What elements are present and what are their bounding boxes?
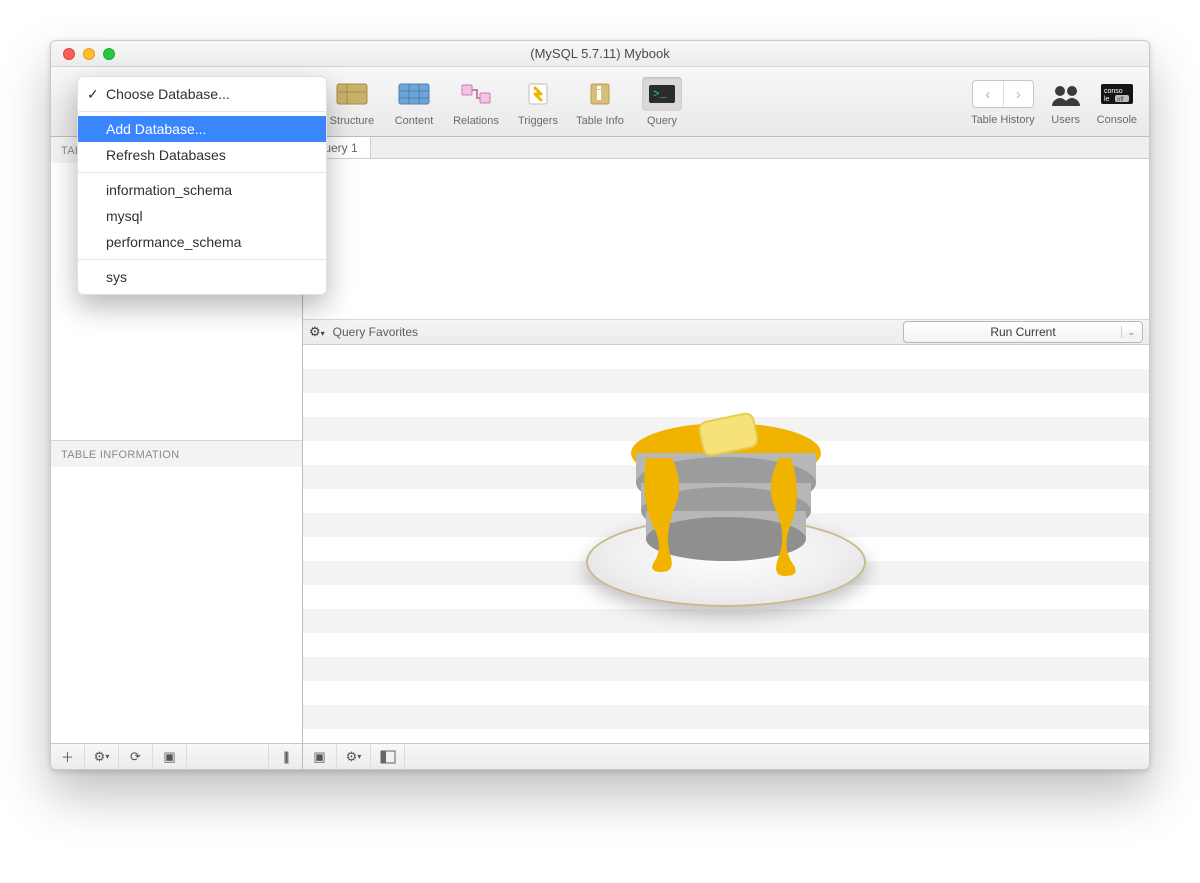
query-favorites-bar: ⚙▾ Query Favorites Run Current ⌄: [303, 319, 1149, 345]
tab-structure[interactable]: Structure: [321, 73, 383, 131]
menu-refresh-databases[interactable]: Refresh Databases: [78, 142, 326, 168]
view-switcher: Structure Content Relations Triggers: [321, 73, 693, 131]
main-footer: ▣ ⚙▾: [303, 743, 1149, 769]
menu-choose-database[interactable]: Choose Database...: [78, 81, 326, 107]
tab-triggers-label: Triggers: [518, 115, 558, 127]
svg-text:le: le: [1104, 96, 1110, 103]
menu-db-sys[interactable]: sys: [78, 264, 326, 290]
history-forward[interactable]: ›: [1003, 81, 1033, 107]
tab-triggers[interactable]: Triggers: [507, 73, 569, 131]
results-area: [303, 345, 1149, 743]
main: Query 1 ⚙▾ Query Favorites Run Current ⌄: [303, 137, 1149, 769]
favorites-gear[interactable]: ⚙▾: [309, 324, 325, 340]
refresh-button[interactable]: ⟳: [119, 744, 153, 769]
tab-query-label: Query: [647, 115, 677, 127]
footer-expand[interactable]: ▣: [303, 744, 337, 769]
query-editor[interactable]: [303, 159, 1149, 319]
users-label: Users: [1051, 114, 1080, 126]
tab-structure-label: Structure: [330, 115, 375, 127]
window-controls: [51, 48, 115, 60]
structure-icon: [332, 77, 372, 111]
menu-db-information-schema[interactable]: information_schema: [78, 177, 326, 203]
relations-icon: [456, 77, 496, 111]
query-tabs: Query 1: [303, 137, 1149, 159]
table-info-panel: [51, 467, 302, 744]
svg-text:>_: >_: [653, 89, 667, 101]
console-label: Console: [1097, 114, 1137, 126]
tab-content-label: Content: [395, 115, 434, 127]
table-history[interactable]: ‹ › Table History: [971, 77, 1035, 126]
history-nav: ‹ ›: [972, 80, 1034, 108]
sidebar-footer: ＋ ⚙▾ ⟳ ▣ |||: [51, 743, 302, 769]
console-icon: console off: [1098, 77, 1136, 111]
zoom-window[interactable]: [103, 48, 115, 60]
menu-db-mysql[interactable]: mysql: [78, 203, 326, 229]
svg-text:off: off: [1117, 97, 1124, 103]
database-menu: Choose Database... Add Database... Refre…: [77, 76, 327, 295]
console-button[interactable]: console off Console: [1097, 77, 1137, 126]
add-button[interactable]: ＋: [51, 744, 85, 769]
footer-panel[interactable]: [371, 744, 405, 769]
tableinfo-icon: [580, 77, 620, 111]
window-title: (MySQL 5.7.11) Mybook: [51, 46, 1149, 61]
tab-content[interactable]: Content: [383, 73, 445, 131]
close-window[interactable]: [63, 48, 75, 60]
svg-text:conso: conso: [1104, 88, 1123, 95]
content-icon: [394, 77, 434, 111]
sidebar-resize-handle[interactable]: |||: [268, 744, 302, 769]
chevron-down-icon: ⌄: [1127, 327, 1135, 338]
titlebar: (MySQL 5.7.11) Mybook: [51, 41, 1149, 67]
minimize-window[interactable]: [83, 48, 95, 60]
menu-add-database[interactable]: Add Database...: [78, 116, 326, 142]
sidebar-gear[interactable]: ⚙▾: [85, 744, 119, 769]
menu-db-performance-schema[interactable]: performance_schema: [78, 229, 326, 255]
favorites-label[interactable]: Query Favorites: [333, 325, 418, 339]
table-history-label: Table History: [971, 114, 1035, 126]
tab-relations[interactable]: Relations: [445, 73, 507, 131]
app-logo: [576, 358, 876, 658]
collapse-button[interactable]: ▣: [153, 744, 187, 769]
run-button[interactable]: Run Current ⌄: [903, 321, 1143, 343]
app-window: (MySQL 5.7.11) Mybook Structure Content: [50, 40, 1150, 770]
footer-gear[interactable]: ⚙▾: [337, 744, 371, 769]
tab-tableinfo-label: Table Info: [576, 115, 624, 127]
query-icon: >_: [642, 77, 682, 111]
run-button-label: Run Current: [990, 325, 1055, 339]
tab-relations-label: Relations: [453, 115, 499, 127]
history-back[interactable]: ‹: [973, 81, 1003, 107]
users-button[interactable]: Users: [1047, 77, 1085, 126]
triggers-icon: [518, 77, 558, 111]
tab-query[interactable]: >_ Query: [631, 73, 693, 131]
tab-tableinfo[interactable]: Table Info: [569, 73, 631, 131]
table-info-header: TABLE INFORMATION: [51, 440, 302, 467]
users-icon: [1047, 77, 1085, 111]
